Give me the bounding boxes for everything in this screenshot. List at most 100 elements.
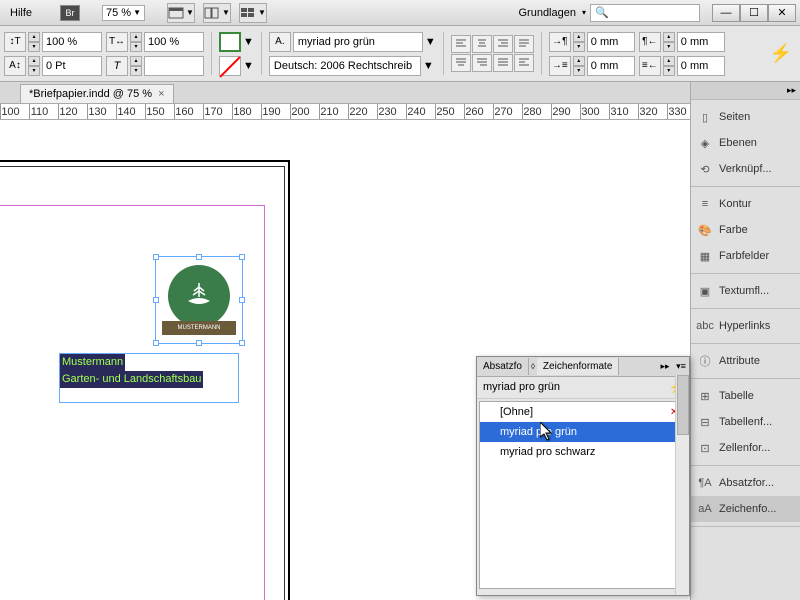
panel-label: Textumfl... [719,285,769,297]
panel-parafmt[interactable]: ¶AAbsatzfor... [691,470,800,496]
panel-label: Tabelle [719,390,754,402]
stepper[interactable]: ▴▾ [130,56,142,76]
stepper[interactable]: ▴▾ [28,32,40,52]
panel-label: Absatzfor... [719,477,774,489]
stepper[interactable]: ▴▾ [663,56,675,76]
search-field[interactable]: 🔍 [590,4,700,22]
ruler-tick: 260 [464,104,484,120]
stepper[interactable]: ▴▾ [573,32,585,52]
character-formats-tab[interactable]: Zeichenformate [537,358,619,375]
zoom-value: 75 % [106,7,131,19]
vertical-scale-input[interactable]: 100 % [144,32,204,52]
horizontal-scale-input[interactable]: 100 % [42,32,102,52]
character-style-item[interactable]: [Ohne]✕⁄ [480,402,686,422]
justify-all-button[interactable] [493,54,513,72]
panel-cellfmt[interactable]: ⊡ Zellenfor... [691,435,800,461]
ruler-tick: 240 [406,104,426,120]
character-formats-panel[interactable]: Absatzfo ◊ Zeichenformate ▸▸ ▾≡ myriad p… [476,356,690,596]
zoom-dropdown[interactable]: 75 % ▼ [102,5,145,21]
panel-charfmt[interactable]: aAZeichenfo... [691,496,800,522]
stepper[interactable]: ▴▾ [28,56,40,76]
arrange-documents-button[interactable]: ▼ [203,3,231,23]
character-style-item[interactable]: myriad pro schwarz [480,442,686,462]
char-style-icon: A. [269,32,291,52]
justify-right-button[interactable] [472,54,492,72]
ruler-tick: 100 [0,104,20,120]
panel-links[interactable]: ⟲Verknüpf... [691,156,800,182]
chevron-down-icon: ▾ [582,8,586,17]
panel-color[interactable]: 🎨Farbe [691,217,800,243]
cellfmt-icon: ⊡ [697,440,713,456]
panel-label: Ebenen [719,137,757,149]
table-icon: ⊞ [697,388,713,404]
align-center-button[interactable] [472,35,492,53]
first-line-indent-input[interactable]: 0 mm [587,56,635,76]
hyperlinks-icon: abc [697,318,713,334]
panel-pages[interactable]: ▯Seiten [691,104,800,130]
panel-textwrap[interactable]: ▣Textumfl... [691,278,800,304]
panel-tablefmt[interactable]: ⊟Tabellenf... [691,409,800,435]
panel-label: Tabellenf... [719,416,772,428]
bridge-button[interactable]: Br [60,5,80,21]
workspace-switcher[interactable]: Grundlagen [518,7,576,19]
panel-collapse-icon[interactable]: ▸▸ [657,361,673,372]
justify-center-button[interactable] [451,54,471,72]
align-left-button[interactable] [451,35,471,53]
ruler-tick: 180 [232,104,252,120]
view-options-button[interactable]: ▼ [239,3,267,23]
char-style-dropdown[interactable]: myriad pro grün [293,32,423,52]
ruler-tick: 170 [203,104,223,120]
pages-icon: ▯ [697,109,713,125]
horizontal-ruler[interactable]: 1001101201301401501601701801902002102202… [0,104,800,120]
screen-mode-button[interactable]: ▼ [167,3,195,23]
search-icon: 🔍 [595,6,609,19]
ruler-tick: 160 [174,104,194,120]
skew-input[interactable] [144,56,204,76]
panel-label: Verknüpf... [719,163,772,175]
panel-attributes[interactable]: ⓘAttribute [691,348,800,374]
ruler-tick: 150 [145,104,165,120]
paragraph-formats-tab[interactable]: Absatzfo [477,358,529,375]
panel-table[interactable]: ⊞ Tabelle [691,383,800,409]
document-tab[interactable]: *Briefpapier.indd @ 75 % × [20,84,174,103]
minimize-button[interactable]: — [712,4,740,22]
stepper[interactable]: ▴▾ [130,32,142,52]
selected-text-line-2: Garten- und Landschaftsbau [60,371,203,388]
panel-label: Farbfelder [719,250,769,262]
panel-layers[interactable]: ◈Ebenen [691,130,800,156]
stepper[interactable]: ▴▾ [663,32,675,52]
ruler-tick: 140 [116,104,136,120]
justify-left-button[interactable] [514,35,534,53]
panel-label: Zellenfor... [719,442,770,454]
language-dropdown[interactable]: Deutsch: 2006 Rechtschreib [269,56,421,76]
image-frame[interactable]: MUSTERMANN [155,256,243,344]
fill-color-swatch[interactable] [219,32,241,52]
close-button[interactable]: ✕ [768,4,796,22]
text-frame[interactable]: Mustermann Garten- und Landschaftsbau [59,353,239,403]
character-style-item[interactable]: myriad pro grün [480,422,686,442]
panel-stroke[interactable]: ≡Kontur [691,191,800,217]
panel-swatches[interactable]: ▦Farbfelder [691,243,800,269]
collapse-panels-icon[interactable]: ▸▸ [787,85,796,96]
right-indent-input[interactable]: 0 mm [677,32,725,52]
quick-apply-icon[interactable]: ⚡ [766,28,796,79]
panel-menu-icon[interactable]: ▾≡ [673,361,689,372]
close-tab-icon[interactable]: × [158,88,164,100]
maximize-button[interactable]: ☐ [740,4,768,22]
panel-hyperlinks[interactable]: abcHyperlinks [691,313,800,339]
ruler-tick: 210 [319,104,339,120]
last-line-indent-input[interactable]: 0 mm [677,56,725,76]
left-indent-input[interactable]: 0 mm [587,32,635,52]
help-menu[interactable]: Hilfe [4,5,38,21]
align-right-button[interactable] [493,35,513,53]
scrollbar[interactable] [675,401,687,589]
baseline-shift-input[interactable]: 0 Pt [42,56,102,76]
ruler-tick: 110 [29,104,49,120]
ruler-tick: 310 [609,104,629,120]
align-towards-spine-button[interactable] [514,54,534,72]
stroke-icon: ≡ [697,196,713,212]
ruler-tick: 230 [377,104,397,120]
baseline-shift-icon: A↕ [4,56,26,76]
stepper[interactable]: ▴▾ [573,56,585,76]
stroke-color-swatch[interactable] [219,56,241,76]
